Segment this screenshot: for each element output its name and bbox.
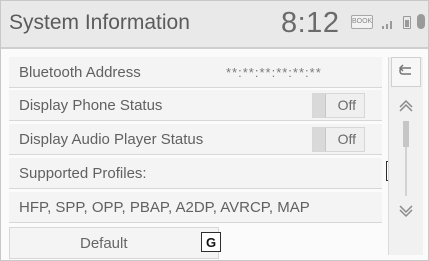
time-display: 8:12 [281,7,340,39]
status-badge: BOOK [351,15,373,29]
toggle-knob [313,94,326,117]
default-button[interactable]: Default [9,227,219,259]
bluetooth-address-label: Bluetooth Address [19,64,141,81]
back-icon [398,64,411,75]
chevron-down-icon [399,205,413,218]
battery-icon [403,16,411,29]
system-information-screen: System Information 8:12 BOOK Bluetooth A… [0,0,429,261]
display-audio-player-status-value: Off [337,131,356,147]
supported-profiles-label: Supported Profiles: [19,165,147,182]
signal-icon [382,21,392,29]
status-icons: BOOK [351,14,425,34]
display-phone-status-label: Display Phone Status [19,97,163,114]
display-audio-player-status-row: Display Audio Player Status Off [9,124,382,155]
bluetooth-address-row: Bluetooth Address **:**:**:**:**:** [9,57,382,88]
callout-marker-g: G [201,232,221,252]
chevron-up-icon [399,99,413,112]
bluetooth-address-value: **:**:**:**:**:** [226,65,322,80]
display-audio-player-status-label: Display Audio Player Status [19,131,204,148]
scroll-down-button[interactable] [395,200,417,222]
back-button[interactable] [391,57,421,87]
supported-profiles-list-row: HFP, SPP, OPP, PBAP, A2DP, AVRCP, MAP [9,192,382,223]
scrollbar-thumb[interactable] [403,121,409,147]
supported-profiles-list: HFP, SPP, OPP, PBAP, A2DP, AVRCP, MAP [19,199,310,216]
toggle-knob [313,128,326,151]
display-audio-player-status-toggle[interactable]: Off [312,127,365,152]
default-button-label: Default [80,235,128,252]
display-phone-status-toggle[interactable]: Off [312,93,365,118]
page-title: System Information [9,11,190,34]
scroll-up-button[interactable] [395,95,417,117]
header-bar: System Information 8:12 BOOK [1,1,428,49]
display-phone-status-row: Display Phone Status Off [9,90,382,121]
info-icon [417,14,425,29]
supported-profiles-row: Supported Profiles: [9,158,382,189]
right-navigation-panel [388,57,423,255]
display-phone-status-value: Off [337,97,356,113]
